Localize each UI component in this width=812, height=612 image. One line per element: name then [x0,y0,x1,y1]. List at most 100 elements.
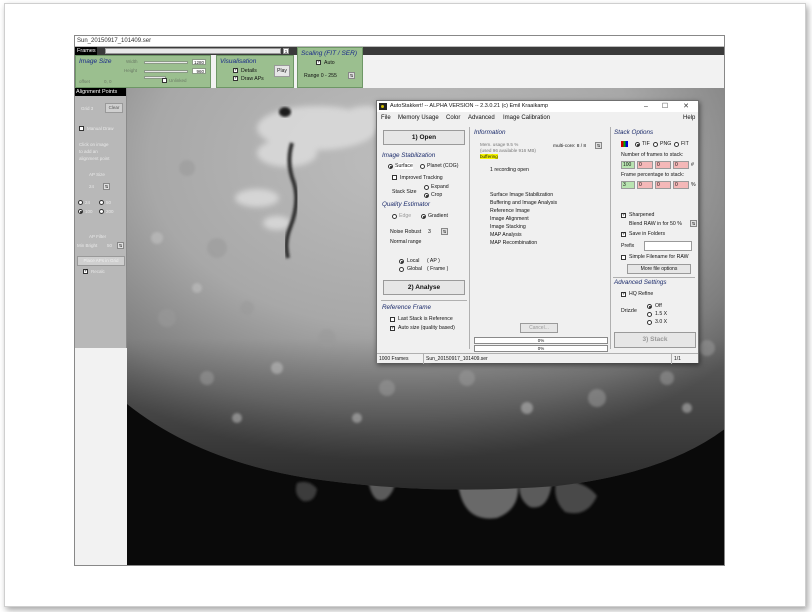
width-slider[interactable] [144,61,188,64]
percentage-label: Frame percentage to stack: [621,172,685,178]
width-label: Width [126,59,138,64]
hint-line-3: alignment point [79,156,110,161]
expand-radio[interactable] [424,185,429,190]
alignment-points-header: Alignment Points [75,88,126,96]
progress-bar-2: 0% [474,345,608,352]
save-folders-checkbox[interactable] [621,231,626,237]
noise-robust-value[interactable]: 3 [428,229,431,235]
size-200-radio[interactable] [99,209,104,214]
menu-advanced[interactable]: Advanced [468,114,495,123]
ap-count: Grid 3 [81,106,94,111]
planet-radio[interactable] [420,164,425,169]
tif-radio[interactable] [635,142,640,147]
divider-left [469,127,470,349]
frames-value[interactable]: 1 [283,48,289,54]
fit-radio[interactable] [674,142,679,147]
height-value[interactable]: 960 [192,68,206,74]
surface-radio[interactable] [388,164,393,169]
more-file-options-button[interactable]: More file options [627,264,691,274]
open-button[interactable]: 1) Open [383,130,465,145]
analyse-button[interactable]: 2) Analyse [383,280,465,295]
hq-refine-checkbox[interactable] [621,291,626,297]
draw-aps-checkbox[interactable] [233,75,238,81]
step-map-recombination: MAP Recombination [490,240,538,246]
place-aps-grid-button[interactable]: Place APs in Grid [77,256,125,266]
cancel-button[interactable]: Cancel... [520,323,558,333]
tif-label: TIF [642,141,650,147]
percentage-1[interactable]: 3 [621,181,635,189]
menu-color[interactable]: Color [446,114,460,123]
noise-robust-spin-icon[interactable]: ⇅ [441,228,448,235]
manual-draw-checkbox[interactable] [79,126,84,131]
frames-to-stack-4[interactable]: 0 [673,161,689,169]
menu-image-calibration[interactable]: Image Calibration [503,114,550,123]
fit-label: FIT [681,141,689,147]
size-24-label: 24 [85,200,91,205]
size-100-radio[interactable] [78,209,83,214]
clear-button[interactable]: Clear [105,103,123,113]
menu-file[interactable]: File [381,114,391,123]
frames-to-stack-1[interactable]: 100 [621,161,635,169]
multicore-spin-icon[interactable]: ⇅ [595,142,602,149]
global-radio[interactable] [399,267,404,272]
gradient-radio[interactable] [421,214,426,219]
range-spin-icon[interactable]: ⇅ [348,72,355,79]
height-slider[interactable] [144,70,188,73]
autostakkert-dialog: AutoStakkert! -- ALPHA VERSION -- 2.3.0.… [376,100,699,364]
auto-size-checkbox[interactable] [390,325,395,331]
frames-slider[interactable] [105,48,281,54]
recalc-checkbox[interactable] [83,268,88,274]
reference-separator [381,300,467,301]
step-image-stacking: Image Stacking [490,224,526,230]
stack-button[interactable]: 3) Stack [614,332,696,348]
blend-spin-icon[interactable]: ⇅ [690,220,697,227]
gradient-label: Gradient [428,213,448,219]
unlinked-checkbox[interactable] [162,78,167,83]
drizzle-15-radio[interactable] [647,312,652,317]
drizzle-off-radio[interactable] [647,304,652,309]
size-50-label: 50 [106,200,112,205]
close-icon[interactable]: ✕ [677,101,695,112]
recording-open: 1 recording open [490,167,529,173]
last-stack-checkbox[interactable] [390,317,395,322]
reference-frame-title: Reference Frame [382,304,431,311]
frames-to-stack-3[interactable]: 0 [655,161,671,169]
min-bright-value: 50 [107,243,113,248]
crop-radio[interactable] [424,193,429,198]
prefix-input[interactable] [644,241,692,251]
maximize-icon[interactable]: ☐ [656,101,674,112]
hq-refine-label: HQ Refine [629,291,654,297]
percentage-3[interactable]: 0 [655,181,671,189]
hint-line-1: Click on image [79,142,109,147]
minimize-icon[interactable]: – [637,101,655,112]
sharpened-checkbox[interactable] [621,212,626,218]
size-24-radio[interactable] [78,200,83,205]
width-value[interactable]: 1280 [192,59,206,65]
drizzle-30-radio[interactable] [647,320,652,325]
step-buffering-analysis: Buffering and Image Analysis [490,200,558,206]
recalc-label: Recalc [91,269,105,274]
advanced-separator [613,277,695,278]
percentage-4[interactable]: 0 [673,181,689,189]
frames-to-stack-2[interactable]: 0 [637,161,653,169]
png-radio[interactable] [653,142,658,147]
png-label: PNG [660,141,672,147]
simple-filename-checkbox[interactable] [621,255,626,260]
frames-label: Frames [75,47,97,55]
expand-label: Expand [431,184,449,190]
auto-checkbox[interactable] [316,59,321,65]
menu-help[interactable]: Help [683,114,695,123]
menu-memory-usage[interactable]: Memory Usage [398,114,439,123]
local-radio[interactable] [399,259,404,264]
information-title: Information [474,129,506,136]
stack-size-label: Stack Size [392,189,417,195]
percentage-2[interactable]: 0 [637,181,653,189]
ap-size-spin-icon[interactable]: ⇅ [103,183,110,190]
improved-tracking-checkbox[interactable] [392,175,397,180]
size-50-radio[interactable] [99,200,104,205]
status-frames: 1000 Frames [379,356,409,362]
play-button[interactable]: Play [274,65,290,77]
details-checkbox[interactable] [233,67,238,73]
edge-radio[interactable] [392,214,397,219]
min-bright-spin-icon[interactable]: ⇅ [117,242,124,249]
